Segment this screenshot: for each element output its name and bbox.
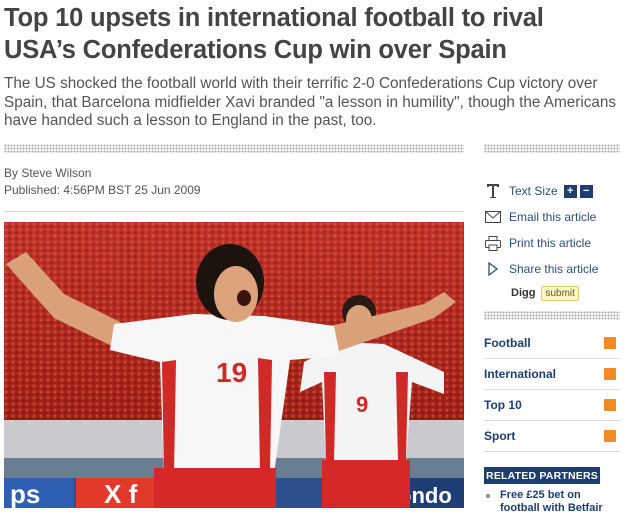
topic-label[interactable]: Sport (484, 429, 515, 443)
topic-link-football[interactable]: Football (484, 328, 620, 359)
shirt-number: 19 (216, 357, 247, 388)
article-standfirst: The US shocked the football world with t… (4, 75, 617, 129)
share-article-label[interactable]: Share this article (509, 262, 598, 276)
topic-link-top-10[interactable]: Top 10 (484, 390, 620, 421)
topic-link-international[interactable]: International (484, 359, 620, 390)
published-date: Published: 4:56PM BST 25 Jun 2009 (4, 183, 201, 197)
rss-icon[interactable] (604, 368, 616, 380)
article-headline: Top 10 upsets in international football … (4, 4, 544, 64)
banner-text: X f (104, 479, 138, 508)
topic-label[interactable]: Top 10 (484, 398, 522, 412)
email-article-label[interactable]: Email this article (509, 210, 596, 224)
topic-label[interactable]: International (484, 367, 556, 381)
partner-link-label[interactable]: Free £25 bet on football with Betfair (486, 489, 620, 515)
rss-icon[interactable] (604, 430, 616, 442)
footballers-celebrating-image: ps X f ondo 9 19 (4, 222, 464, 508)
printer-icon (484, 234, 502, 252)
text-size-icon (484, 182, 502, 200)
divider (4, 211, 464, 212)
digg-label: Digg (511, 287, 536, 299)
print-article-label[interactable]: Print this article (509, 236, 591, 250)
share-arrow-icon (484, 260, 502, 278)
email-article-link[interactable]: Email this article (484, 204, 620, 230)
topic-label[interactable]: Football (484, 336, 531, 350)
article-tools: Text Size + − Email this article Print t… (484, 178, 620, 304)
increase-text-size-button[interactable]: + (563, 184, 577, 198)
envelope-icon (484, 208, 502, 226)
bullet-icon (486, 494, 490, 498)
banner-text: ps (10, 479, 40, 508)
shirt-number: 9 (356, 392, 368, 417)
topic-link-sport[interactable]: Sport (484, 421, 620, 452)
text-size-label: Text Size (509, 184, 558, 198)
rss-icon[interactable] (604, 399, 616, 411)
digg-widget: Digg submit (484, 282, 620, 304)
byline-block: By Steve Wilson Published: 4:56PM BST 25… (4, 165, 201, 199)
dotted-divider (484, 144, 620, 153)
digg-submit-button[interactable]: submit (541, 285, 579, 301)
partner-link-betfair[interactable]: Free £25 bet on football with Betfair (486, 489, 620, 515)
decrease-text-size-button[interactable]: − (579, 184, 593, 198)
author-byline: By Steve Wilson (4, 166, 92, 180)
topic-links: Football International Top 10 Sport (484, 328, 620, 452)
dotted-divider (484, 311, 620, 320)
related-partners-heading: RELATED PARTNERS (484, 467, 600, 484)
dotted-divider (4, 144, 464, 153)
share-article-link[interactable]: Share this article (484, 256, 620, 282)
text-size-control: Text Size + − (484, 178, 620, 204)
rss-icon[interactable] (604, 337, 616, 349)
article-photo: ps X f ondo 9 19 (4, 222, 464, 508)
print-article-link[interactable]: Print this article (484, 230, 620, 256)
